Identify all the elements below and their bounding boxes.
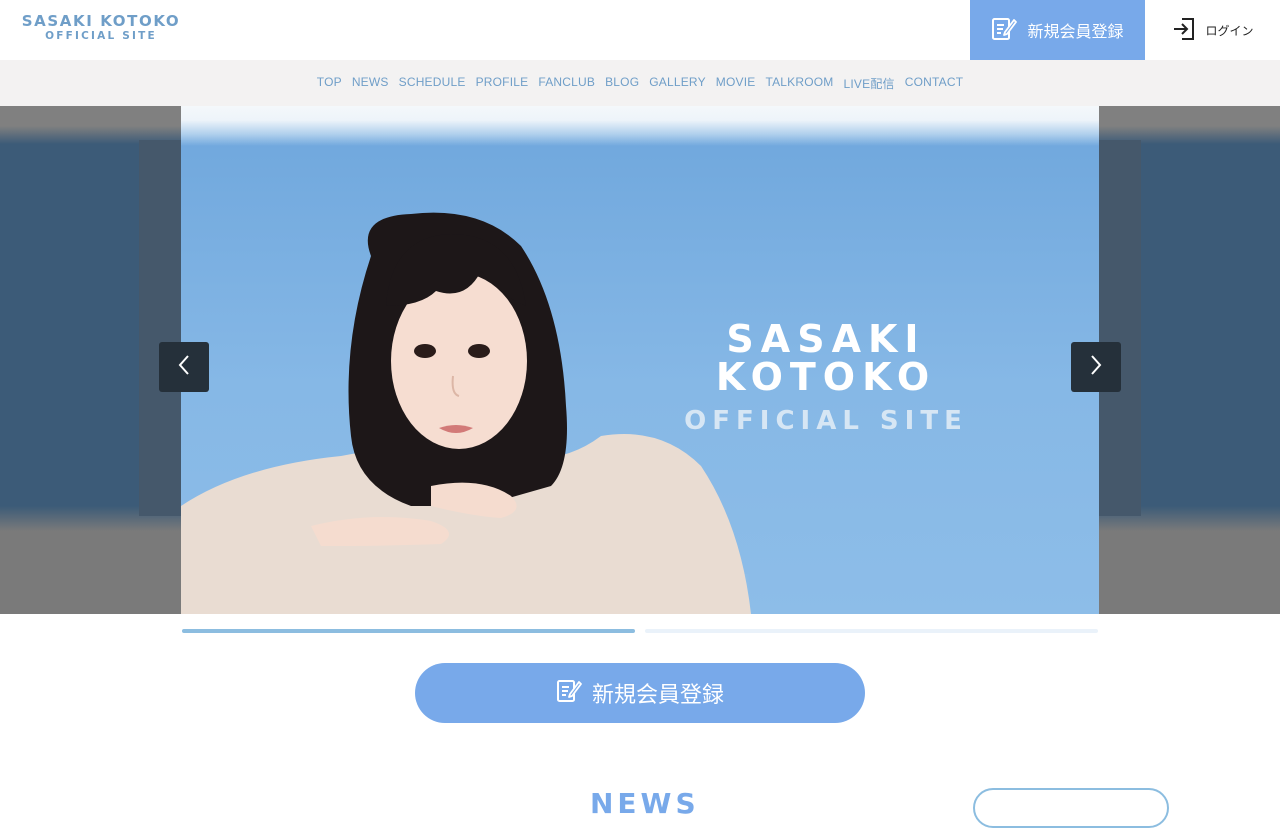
slide-progress-2[interactable] bbox=[645, 629, 1098, 633]
hero-title: SASAKI KOTOKO OFFICIAL SITE bbox=[611, 320, 1041, 434]
login-arrow-icon bbox=[1171, 16, 1197, 45]
site-logo[interactable]: SASAKI KOTOKO OFFICIAL SITE bbox=[20, 14, 182, 42]
chevron-left-icon bbox=[175, 353, 193, 382]
header-login-label: ログイン bbox=[1205, 23, 1254, 38]
nav-item-schedule[interactable]: SCHEDULE bbox=[399, 75, 466, 92]
nav-item-news[interactable]: NEWS bbox=[352, 75, 389, 92]
hero-slider: SASAKI KOTOKO OFFICIAL SITE bbox=[0, 106, 1280, 614]
next-slide-panel bbox=[1099, 140, 1141, 516]
nav-item-gallery[interactable]: GALLERY bbox=[649, 75, 706, 92]
edit-note-icon bbox=[556, 677, 582, 709]
hero-title-line2: OFFICIAL SITE bbox=[684, 406, 968, 436]
logo-line1: SASAKI KOTOKO bbox=[21, 12, 181, 30]
edit-note-icon bbox=[991, 15, 1018, 46]
nav-item-movie[interactable]: MOVIE bbox=[716, 75, 756, 92]
global-nav: TOP NEWS SCHEDULE PROFILE FANCLUB BLOG G… bbox=[0, 60, 1280, 106]
hero-slide-active: SASAKI KOTOKO OFFICIAL SITE bbox=[181, 106, 1099, 614]
header-signup-button[interactable]: 新規会員登録 bbox=[970, 0, 1145, 60]
next-slide-peek bbox=[1099, 106, 1280, 614]
prev-slide-peek bbox=[0, 106, 181, 614]
nav-item-live[interactable]: LIVE配信 bbox=[844, 75, 895, 92]
header-signup-label: 新規会員登録 bbox=[1027, 24, 1124, 41]
nav-list: TOP NEWS SCHEDULE PROFILE FANCLUB BLOG G… bbox=[317, 75, 964, 92]
nav-item-contact[interactable]: CONTACT bbox=[905, 75, 964, 92]
chevron-right-icon bbox=[1087, 353, 1105, 382]
logo-line2: OFFICIAL SITE bbox=[45, 30, 157, 42]
news-heading: NEWS bbox=[590, 787, 700, 820]
hero-title-line1: SASAKI KOTOKO bbox=[715, 317, 937, 399]
header-login-button[interactable]: ログイン bbox=[1145, 0, 1280, 60]
news-more-button[interactable] bbox=[973, 788, 1169, 828]
slide-progress-1[interactable] bbox=[182, 629, 635, 633]
nav-item-talkroom[interactable]: TALKROOM bbox=[765, 75, 833, 92]
nav-item-blog[interactable]: BLOG bbox=[605, 75, 639, 92]
site-header: SASAKI KOTOKO OFFICIAL SITE 新規会員登録 ログイン bbox=[0, 0, 1280, 60]
slider-next-button[interactable] bbox=[1071, 342, 1121, 392]
signup-cta-label: 新規会員登録 bbox=[591, 682, 724, 707]
prev-slide-panel bbox=[139, 140, 181, 516]
nav-item-fanclub[interactable]: FANCLUB bbox=[538, 75, 595, 92]
slider-prev-button[interactable] bbox=[159, 342, 209, 392]
signup-cta-button[interactable]: 新規会員登録 bbox=[415, 663, 865, 723]
nav-item-profile[interactable]: PROFILE bbox=[476, 75, 529, 92]
nav-item-top[interactable]: TOP bbox=[317, 75, 342, 92]
